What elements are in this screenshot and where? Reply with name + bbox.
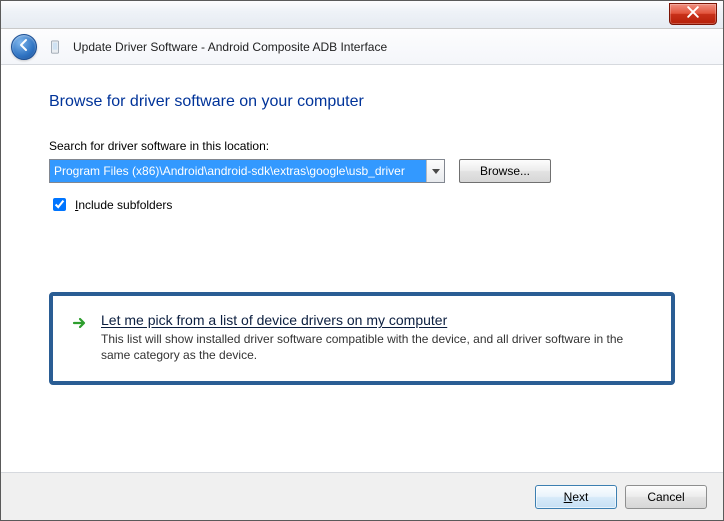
cancel-button[interactable]: Cancel [625,485,707,509]
option-description: This list will show installed driver sof… [101,331,653,363]
page-heading: Browse for driver software on your compu… [49,93,675,111]
wizard-footer: Next Cancel [1,472,723,520]
arrow-left-icon [17,38,31,55]
pick-from-list-option[interactable]: Let me pick from a list of device driver… [49,292,675,385]
device-icon [47,39,63,55]
path-combobox[interactable] [49,159,445,183]
wizard-header: Update Driver Software - Android Composi… [1,29,723,65]
wizard-content: Browse for driver software on your compu… [1,65,723,472]
close-icon [687,6,699,21]
combo-dropdown-button[interactable] [426,160,444,182]
browse-button[interactable]: Browse... [459,159,551,183]
back-button[interactable] [11,34,37,60]
next-button[interactable]: Next [535,485,617,509]
driver-wizard-window: Update Driver Software - Android Composi… [0,0,724,521]
arrow-right-icon [71,314,89,332]
search-location-label: Search for driver software in this locat… [49,139,675,153]
close-button[interactable] [669,3,717,25]
include-subfolders-checkbox[interactable] [53,198,66,211]
option-title: Let me pick from a list of device driver… [101,312,653,328]
titlebar [1,1,723,29]
chevron-down-icon [432,164,440,178]
include-subfolders-label: Include subfolders [75,198,172,212]
include-subfolders-row[interactable]: Include subfolders [49,195,675,214]
path-input[interactable] [50,160,426,182]
wizard-title: Update Driver Software - Android Composi… [73,40,387,54]
